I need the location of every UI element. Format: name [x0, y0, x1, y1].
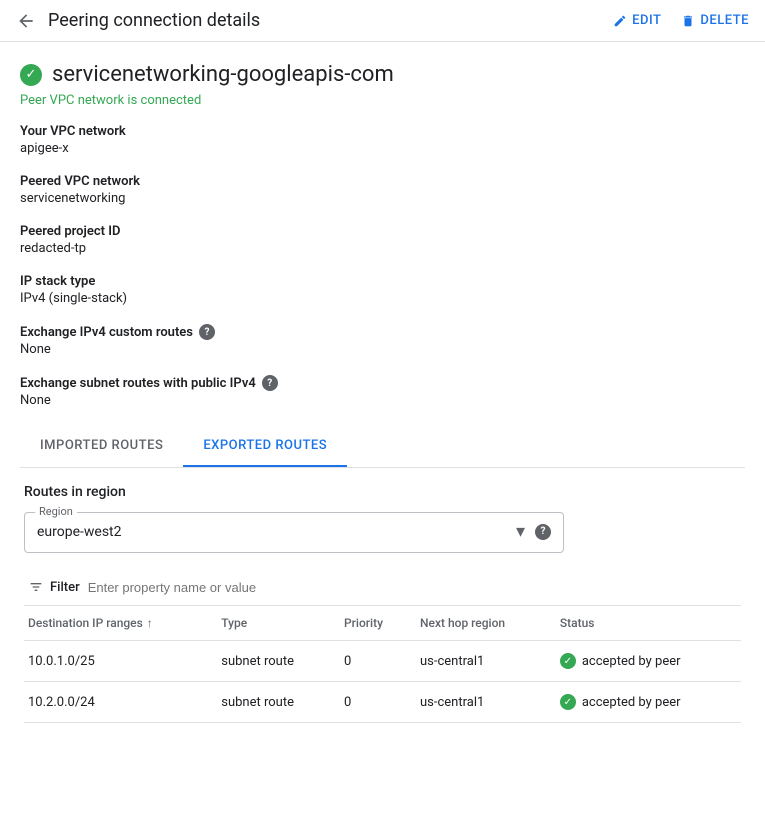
exchange-subnet-section: Exchange subnet routes with public IPv4 … — [20, 375, 745, 408]
status-accepted: ✓ accepted by peer — [560, 694, 733, 710]
exchange-subnet-help-icon[interactable]: ? — [262, 375, 278, 391]
status-text: accepted by peer — [582, 654, 681, 669]
your-vpc-label: Your VPC network — [20, 124, 745, 139]
header-actions: EDIT DELETE — [613, 13, 749, 28]
connection-status-text: Peer VPC network is connected — [20, 93, 745, 108]
cell-type: subnet route — [213, 641, 336, 682]
service-title-row: ✓ servicenetworking-googleapis-com — [20, 62, 745, 87]
accepted-check-icon: ✓ — [560, 653, 576, 669]
service-name: servicenetworking-googleapis-com — [52, 62, 394, 87]
filter-label: Filter — [50, 580, 80, 595]
region-selector-inner: europe-west2 ▾ ? — [37, 521, 551, 542]
your-vpc-section: Your VPC network apigee-x — [20, 124, 745, 156]
your-vpc-value: apigee-x — [20, 141, 745, 156]
back-button[interactable] — [16, 11, 36, 31]
filter-icon-label: Filter — [28, 579, 80, 595]
peered-project-value: redacted-tp — [20, 241, 745, 256]
table-row: 10.2.0.0/24subnet route0us-central1 ✓ acce… — [24, 682, 741, 723]
filter-input[interactable] — [88, 580, 737, 595]
tabs-container: IMPORTED ROUTES EXPORTED ROUTES — [20, 426, 745, 468]
peered-project-section: Peered project ID redacted-tp — [20, 224, 745, 256]
table-header: Destination IP ranges ↑ Type Priority Ne… — [24, 606, 741, 641]
col-status: Status — [552, 606, 741, 641]
peered-project-label: Peered project ID — [20, 224, 745, 239]
cell-destination: 10.2.0.0/24 — [24, 682, 213, 723]
exchange-ipv4-section: Exchange IPv4 custom routes ? None — [20, 324, 745, 357]
delete-icon — [681, 14, 695, 28]
cell-status: ✓ accepted by peer — [552, 682, 741, 723]
region-label: Region — [35, 505, 77, 518]
main-content: ✓ servicenetworking-googleapis-com Peer … — [0, 42, 765, 723]
region-value: europe-west2 — [37, 524, 122, 540]
tab-imported-routes[interactable]: IMPORTED ROUTES — [20, 426, 183, 467]
routes-table: Destination IP ranges ↑ Type Priority Ne… — [24, 606, 741, 723]
exchange-ipv4-help-icon[interactable]: ? — [199, 324, 215, 340]
cell-type: subnet route — [213, 682, 336, 723]
exchange-subnet-label: Exchange subnet routes with public IPv4 — [20, 376, 256, 391]
col-type: Type — [213, 606, 336, 641]
exchange-subnet-value: None — [20, 393, 745, 408]
status-text: accepted by peer — [582, 695, 681, 710]
page-header: Peering connection details EDIT DELETE — [0, 0, 765, 42]
filter-bar: Filter — [24, 569, 741, 606]
routes-section: Routes in region Region europe-west2 ▾ ?… — [20, 468, 745, 723]
exchange-ipv4-label: Exchange IPv4 custom routes — [20, 325, 193, 340]
table-header-row: Destination IP ranges ↑ Type Priority Ne… — [24, 606, 741, 641]
routes-section-title: Routes in region — [24, 484, 741, 500]
delete-button[interactable]: DELETE — [681, 13, 749, 28]
region-help-icon[interactable]: ? — [535, 524, 551, 540]
ip-stack-section: IP stack type IPv4 (single-stack) — [20, 274, 745, 306]
col-destination[interactable]: Destination IP ranges ↑ — [24, 606, 213, 641]
back-arrow-icon — [16, 11, 36, 31]
edit-label: EDIT — [632, 13, 661, 28]
peered-vpc-section: Peered VPC network servicenetworking — [20, 174, 745, 206]
filter-icon — [28, 579, 44, 595]
accepted-check-icon: ✓ — [560, 694, 576, 710]
cell-next-hop: us-central1 — [412, 682, 552, 723]
delete-label: DELETE — [700, 13, 749, 28]
tabs: IMPORTED ROUTES EXPORTED ROUTES — [20, 426, 745, 467]
exchange-ipv4-label-row: Exchange IPv4 custom routes ? — [20, 324, 745, 340]
table-row: 10.0.1.0/25subnet route0us-central1 ✓ acce… — [24, 641, 741, 682]
page-title: Peering connection details — [48, 10, 601, 31]
cell-priority: 0 — [336, 682, 412, 723]
region-controls: ▾ ? — [516, 521, 551, 542]
connected-status-icon: ✓ — [20, 64, 42, 86]
col-next-hop: Next hop region — [412, 606, 552, 641]
status-accepted: ✓ accepted by peer — [560, 653, 733, 669]
peered-vpc-label: Peered VPC network — [20, 174, 745, 189]
cell-priority: 0 — [336, 641, 412, 682]
region-dropdown-arrow-icon: ▾ — [516, 521, 525, 542]
exchange-ipv4-value: None — [20, 342, 745, 357]
cell-destination: 10.0.1.0/25 — [24, 641, 213, 682]
exchange-subnet-label-row: Exchange subnet routes with public IPv4 … — [20, 375, 745, 391]
table-body: 10.0.1.0/25subnet route0us-central1 ✓ acce… — [24, 641, 741, 723]
sort-asc-icon: ↑ — [147, 616, 153, 630]
ip-stack-value: IPv4 (single-stack) — [20, 291, 745, 306]
edit-button[interactable]: EDIT — [613, 13, 661, 28]
ip-stack-label: IP stack type — [20, 274, 745, 289]
tab-exported-routes[interactable]: EXPORTED ROUTES — [183, 426, 347, 467]
col-priority: Priority — [336, 606, 412, 641]
cell-status: ✓ accepted by peer — [552, 641, 741, 682]
region-selector[interactable]: Region europe-west2 ▾ ? — [24, 512, 564, 553]
cell-next-hop: us-central1 — [412, 641, 552, 682]
peered-vpc-value: servicenetworking — [20, 191, 745, 206]
edit-icon — [613, 14, 627, 28]
